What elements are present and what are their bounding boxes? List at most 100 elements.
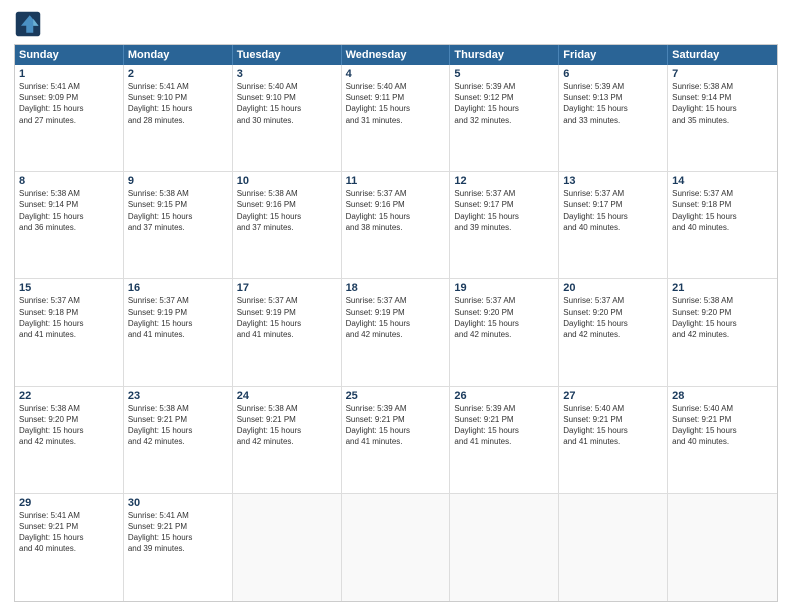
day-info: Sunrise: 5:41 AM Sunset: 9:10 PM Dayligh…: [128, 81, 228, 126]
calendar-row: 1Sunrise: 5:41 AM Sunset: 9:09 PM Daylig…: [15, 65, 777, 172]
day-info: Sunrise: 5:37 AM Sunset: 9:16 PM Dayligh…: [346, 188, 446, 233]
day-info: Sunrise: 5:37 AM Sunset: 9:19 PM Dayligh…: [346, 295, 446, 340]
header-friday: Friday: [559, 45, 668, 65]
calendar-row: 29Sunrise: 5:41 AM Sunset: 9:21 PM Dayli…: [15, 494, 777, 601]
day-info: Sunrise: 5:37 AM Sunset: 9:20 PM Dayligh…: [454, 295, 554, 340]
calendar-cell: 14Sunrise: 5:37 AM Sunset: 9:18 PM Dayli…: [668, 172, 777, 278]
day-info: Sunrise: 5:38 AM Sunset: 9:21 PM Dayligh…: [237, 403, 337, 448]
page: Sunday Monday Tuesday Wednesday Thursday…: [0, 0, 792, 612]
header-thursday: Thursday: [450, 45, 559, 65]
calendar-cell: 6Sunrise: 5:39 AM Sunset: 9:13 PM Daylig…: [559, 65, 668, 171]
day-info: Sunrise: 5:41 AM Sunset: 9:09 PM Dayligh…: [19, 81, 119, 126]
day-info: Sunrise: 5:37 AM Sunset: 9:20 PM Dayligh…: [563, 295, 663, 340]
day-info: Sunrise: 5:37 AM Sunset: 9:18 PM Dayligh…: [19, 295, 119, 340]
calendar-cell: 24Sunrise: 5:38 AM Sunset: 9:21 PM Dayli…: [233, 387, 342, 493]
day-info: Sunrise: 5:40 AM Sunset: 9:21 PM Dayligh…: [563, 403, 663, 448]
day-number: 27: [563, 390, 663, 402]
calendar-cell: 5Sunrise: 5:39 AM Sunset: 9:12 PM Daylig…: [450, 65, 559, 171]
day-number: 21: [672, 282, 773, 294]
calendar-cell: [233, 494, 342, 601]
calendar-cell: 10Sunrise: 5:38 AM Sunset: 9:16 PM Dayli…: [233, 172, 342, 278]
day-info: Sunrise: 5:39 AM Sunset: 9:21 PM Dayligh…: [346, 403, 446, 448]
day-number: 12: [454, 175, 554, 187]
header: [14, 10, 778, 38]
day-number: 3: [237, 68, 337, 80]
calendar-cell: [450, 494, 559, 601]
calendar-cell: 9Sunrise: 5:38 AM Sunset: 9:15 PM Daylig…: [124, 172, 233, 278]
header-sunday: Sunday: [15, 45, 124, 65]
day-number: 15: [19, 282, 119, 294]
calendar-cell: 25Sunrise: 5:39 AM Sunset: 9:21 PM Dayli…: [342, 387, 451, 493]
calendar-cell: 26Sunrise: 5:39 AM Sunset: 9:21 PM Dayli…: [450, 387, 559, 493]
day-number: 19: [454, 282, 554, 294]
calendar-cell: 23Sunrise: 5:38 AM Sunset: 9:21 PM Dayli…: [124, 387, 233, 493]
day-number: 10: [237, 175, 337, 187]
calendar-cell: 13Sunrise: 5:37 AM Sunset: 9:17 PM Dayli…: [559, 172, 668, 278]
day-info: Sunrise: 5:41 AM Sunset: 9:21 PM Dayligh…: [128, 510, 228, 555]
day-number: 18: [346, 282, 446, 294]
day-number: 14: [672, 175, 773, 187]
day-info: Sunrise: 5:38 AM Sunset: 9:21 PM Dayligh…: [128, 403, 228, 448]
calendar-body: 1Sunrise: 5:41 AM Sunset: 9:09 PM Daylig…: [15, 65, 777, 601]
calendar-cell: 30Sunrise: 5:41 AM Sunset: 9:21 PM Dayli…: [124, 494, 233, 601]
day-number: 25: [346, 390, 446, 402]
day-number: 8: [19, 175, 119, 187]
calendar-row: 8Sunrise: 5:38 AM Sunset: 9:14 PM Daylig…: [15, 172, 777, 279]
calendar-cell: 15Sunrise: 5:37 AM Sunset: 9:18 PM Dayli…: [15, 279, 124, 385]
day-number: 23: [128, 390, 228, 402]
day-number: 29: [19, 497, 119, 509]
header-monday: Monday: [124, 45, 233, 65]
calendar-cell: 4Sunrise: 5:40 AM Sunset: 9:11 PM Daylig…: [342, 65, 451, 171]
calendar-cell: 11Sunrise: 5:37 AM Sunset: 9:16 PM Dayli…: [342, 172, 451, 278]
calendar-header: Sunday Monday Tuesday Wednesday Thursday…: [15, 45, 777, 65]
day-info: Sunrise: 5:38 AM Sunset: 9:15 PM Dayligh…: [128, 188, 228, 233]
calendar-cell: 18Sunrise: 5:37 AM Sunset: 9:19 PM Dayli…: [342, 279, 451, 385]
calendar-cell: 20Sunrise: 5:37 AM Sunset: 9:20 PM Dayli…: [559, 279, 668, 385]
day-number: 13: [563, 175, 663, 187]
calendar-cell: 12Sunrise: 5:37 AM Sunset: 9:17 PM Dayli…: [450, 172, 559, 278]
day-number: 20: [563, 282, 663, 294]
header-wednesday: Wednesday: [342, 45, 451, 65]
day-number: 28: [672, 390, 773, 402]
calendar-cell: 8Sunrise: 5:38 AM Sunset: 9:14 PM Daylig…: [15, 172, 124, 278]
calendar-cell: 1Sunrise: 5:41 AM Sunset: 9:09 PM Daylig…: [15, 65, 124, 171]
calendar-row: 22Sunrise: 5:38 AM Sunset: 9:20 PM Dayli…: [15, 387, 777, 494]
day-number: 7: [672, 68, 773, 80]
day-number: 22: [19, 390, 119, 402]
calendar-cell: 21Sunrise: 5:38 AM Sunset: 9:20 PM Dayli…: [668, 279, 777, 385]
day-number: 11: [346, 175, 446, 187]
day-number: 5: [454, 68, 554, 80]
calendar-cell: 29Sunrise: 5:41 AM Sunset: 9:21 PM Dayli…: [15, 494, 124, 601]
day-info: Sunrise: 5:38 AM Sunset: 9:16 PM Dayligh…: [237, 188, 337, 233]
day-number: 24: [237, 390, 337, 402]
day-info: Sunrise: 5:38 AM Sunset: 9:20 PM Dayligh…: [672, 295, 773, 340]
day-number: 1: [19, 68, 119, 80]
day-number: 17: [237, 282, 337, 294]
logo: [14, 10, 46, 38]
day-info: Sunrise: 5:40 AM Sunset: 9:11 PM Dayligh…: [346, 81, 446, 126]
day-info: Sunrise: 5:38 AM Sunset: 9:20 PM Dayligh…: [19, 403, 119, 448]
calendar-cell: 17Sunrise: 5:37 AM Sunset: 9:19 PM Dayli…: [233, 279, 342, 385]
calendar-cell: [342, 494, 451, 601]
day-info: Sunrise: 5:38 AM Sunset: 9:14 PM Dayligh…: [672, 81, 773, 126]
calendar-cell: 2Sunrise: 5:41 AM Sunset: 9:10 PM Daylig…: [124, 65, 233, 171]
day-info: Sunrise: 5:41 AM Sunset: 9:21 PM Dayligh…: [19, 510, 119, 555]
day-info: Sunrise: 5:39 AM Sunset: 9:13 PM Dayligh…: [563, 81, 663, 126]
calendar-cell: 22Sunrise: 5:38 AM Sunset: 9:20 PM Dayli…: [15, 387, 124, 493]
day-info: Sunrise: 5:38 AM Sunset: 9:14 PM Dayligh…: [19, 188, 119, 233]
calendar-cell: 28Sunrise: 5:40 AM Sunset: 9:21 PM Dayli…: [668, 387, 777, 493]
header-tuesday: Tuesday: [233, 45, 342, 65]
calendar-cell: [559, 494, 668, 601]
day-number: 16: [128, 282, 228, 294]
day-info: Sunrise: 5:39 AM Sunset: 9:21 PM Dayligh…: [454, 403, 554, 448]
day-number: 6: [563, 68, 663, 80]
day-number: 2: [128, 68, 228, 80]
calendar-row: 15Sunrise: 5:37 AM Sunset: 9:18 PM Dayli…: [15, 279, 777, 386]
day-number: 4: [346, 68, 446, 80]
day-number: 26: [454, 390, 554, 402]
day-info: Sunrise: 5:39 AM Sunset: 9:12 PM Dayligh…: [454, 81, 554, 126]
day-info: Sunrise: 5:37 AM Sunset: 9:17 PM Dayligh…: [454, 188, 554, 233]
calendar-cell: [668, 494, 777, 601]
calendar-cell: 16Sunrise: 5:37 AM Sunset: 9:19 PM Dayli…: [124, 279, 233, 385]
calendar: Sunday Monday Tuesday Wednesday Thursday…: [14, 44, 778, 602]
